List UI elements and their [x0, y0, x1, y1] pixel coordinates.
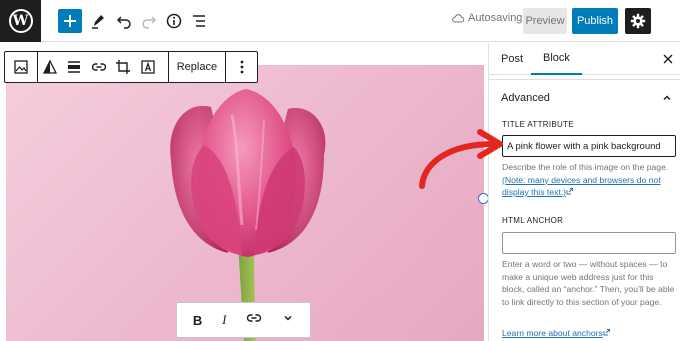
tab-block[interactable]: Block — [531, 43, 582, 75]
cloud-icon — [452, 14, 464, 23]
pencil-icon — [92, 15, 104, 29]
learn-more-anchors-text: Learn more about anchors — [502, 328, 603, 338]
sidebar-tabs: Post Block — [489, 43, 680, 75]
settings-button[interactable] — [625, 8, 651, 34]
caption-format-toolbar: B I — [176, 302, 311, 338]
advanced-panel-toggle[interactable]: Advanced — [501, 92, 550, 104]
tulip-image[interactable] — [6, 65, 484, 341]
title-attribute-label: TITLE ATTRIBUTE — [502, 120, 574, 129]
title-attribute-note-text: (Note: many devices and browsers do not … — [502, 174, 661, 198]
gear-icon — [630, 13, 646, 29]
save-status: Autosaving — [452, 12, 522, 24]
section-divider — [489, 79, 680, 80]
undo-button[interactable] — [112, 9, 136, 33]
list-view-button[interactable] — [187, 9, 211, 33]
crop-icon — [116, 60, 131, 74]
plus-icon — [64, 15, 76, 27]
redo-button[interactable] — [137, 9, 161, 33]
crop-button[interactable] — [111, 52, 135, 82]
annotation-arrow — [419, 129, 503, 189]
external-link-icon — [566, 188, 573, 195]
chevron-up-icon[interactable] — [661, 92, 673, 104]
chevron-down-icon — [284, 315, 292, 321]
close-sidebar-button[interactable] — [661, 52, 675, 66]
info-icon — [166, 13, 182, 29]
block-toolbar: Replace — [4, 51, 258, 83]
text-over-image-icon — [140, 60, 155, 74]
replace-button[interactable]: Replace — [169, 52, 225, 82]
text-overlay-button[interactable] — [135, 52, 159, 82]
title-attribute-help-text: Describe the role of this image on the p… — [502, 162, 669, 172]
image-block-icon — [14, 60, 28, 74]
publish-button[interactable]: Publish — [572, 8, 618, 34]
italic-button[interactable]: I — [222, 312, 226, 328]
block-type-button[interactable] — [5, 52, 37, 82]
details-button[interactable] — [162, 9, 186, 33]
anchors-help-link-row: Learn more about anchors — [502, 327, 676, 340]
caption-link-button[interactable] — [246, 310, 262, 331]
editor-canvas: Replace B I — [0, 43, 489, 341]
preview-button[interactable]: Preview — [523, 8, 567, 34]
undo-icon — [116, 16, 131, 29]
add-block-button[interactable] — [58, 9, 82, 33]
learn-more-anchors-link[interactable]: Learn more about anchors — [502, 328, 610, 338]
title-attribute-input[interactable] — [502, 135, 676, 157]
editor-header: W Autosaving Preview Publish — [0, 0, 680, 42]
insert-link-button[interactable] — [87, 52, 111, 82]
settings-sidebar: Post Block Advanced TITLE ATTRIBUTE Desc… — [488, 43, 680, 341]
save-status-text: Autosaving — [468, 12, 523, 24]
title-attribute-note-link[interactable]: (Note: many devices and browsers do not … — [502, 175, 661, 198]
tulip-illustration — [170, 89, 326, 341]
html-anchor-label: HTML ANCHOR — [502, 216, 564, 225]
link-icon — [247, 313, 262, 322]
external-link-icon — [603, 329, 610, 336]
more-vertical-icon — [240, 60, 243, 74]
more-options-button[interactable] — [226, 52, 257, 82]
tab-post[interactable]: Post — [501, 43, 523, 75]
list-view-icon — [193, 15, 205, 27]
more-formats-button[interactable] — [282, 311, 294, 329]
wordpress-logo-button[interactable]: W — [0, 0, 41, 42]
align-icon — [68, 61, 81, 73]
link-icon — [91, 63, 106, 71]
duotone-button[interactable] — [38, 52, 62, 82]
html-anchor-input[interactable] — [502, 232, 676, 254]
redo-icon — [142, 16, 157, 29]
align-button[interactable] — [62, 52, 86, 82]
wordpress-logo-icon: W — [8, 9, 33, 33]
duotone-icon — [43, 60, 58, 74]
title-attribute-help: Describe the role of this image on the p… — [502, 161, 676, 199]
close-icon — [663, 54, 673, 64]
bold-button[interactable]: B — [193, 313, 202, 328]
tools-button[interactable] — [86, 9, 110, 33]
html-anchor-help: Enter a word or two — without spaces — t… — [502, 259, 675, 307]
